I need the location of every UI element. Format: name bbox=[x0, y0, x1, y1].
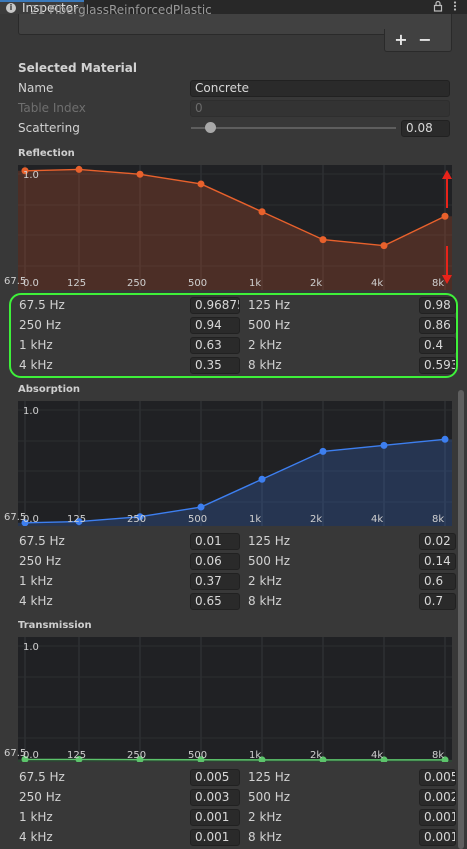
absorption-x-label-7: 8k bbox=[432, 514, 444, 525]
absorption-row-label: 2 kHz bbox=[248, 574, 282, 588]
absorption-point-3[interactable] bbox=[197, 503, 205, 511]
transmission-value-field[interactable]: 0.003 bbox=[190, 789, 240, 806]
table-index-label: Table Index bbox=[18, 101, 86, 115]
absorption-x-label-0: 67.5 bbox=[4, 512, 27, 523]
transmission-row-label: 2 kHz bbox=[248, 810, 282, 824]
remove-item-button[interactable]: − bbox=[415, 31, 435, 49]
absorption-graph[interactable]: 1.0 0.0 125 250 500 1k 2k 4k 8k bbox=[18, 401, 452, 526]
red-arrow-annotation bbox=[442, 170, 452, 284]
absorption-point-5[interactable] bbox=[319, 447, 327, 455]
transmission-graph-svg: 1.00.0 125 250 500 1k 2k 4k 8k bbox=[18, 637, 452, 762]
reflection-point-2[interactable] bbox=[136, 170, 144, 178]
transmission-value-field[interactable]: 0.001 bbox=[190, 809, 240, 826]
absorption-row-label: 125 Hz bbox=[248, 534, 291, 548]
absorption-title: Absorption bbox=[18, 384, 81, 395]
scattering-slider-thumb[interactable] bbox=[205, 122, 216, 133]
selected-material-header: Selected Material bbox=[18, 61, 137, 75]
scattering-label: Scattering bbox=[18, 121, 80, 135]
absorption-value-field[interactable]: 0.6 bbox=[419, 573, 456, 590]
absorption-point-4[interactable] bbox=[258, 475, 266, 483]
absorption-area bbox=[18, 439, 452, 526]
absorption-row-label: 8 kHz bbox=[248, 594, 282, 608]
absorption-y-max-label: 1.0 bbox=[23, 406, 39, 417]
reflection-y-max-label: 1.0 bbox=[23, 170, 39, 181]
reflection-x-label-4: 1k bbox=[249, 278, 261, 289]
info-icon: i bbox=[6, 3, 16, 13]
reflection-x-label-6: 4k bbox=[371, 278, 383, 289]
absorption-x-label-6: 4k bbox=[371, 514, 383, 525]
reflection-point-4[interactable] bbox=[258, 208, 266, 216]
transmission-value-field[interactable]: 0.001 bbox=[419, 809, 456, 826]
transmission-graph[interactable]: 1.0 0.0 125 250 500 1k 2k 4k 8k bbox=[18, 637, 452, 762]
transmission-row-label: 8 kHz bbox=[248, 830, 282, 844]
absorption-x-label-4: 1k bbox=[249, 514, 261, 525]
reflection-area bbox=[18, 169, 452, 290]
transmission-row-label: 250 Hz bbox=[19, 790, 62, 804]
reflection-point-6[interactable] bbox=[380, 242, 388, 250]
transmission-x-label-3: 500 bbox=[188, 750, 207, 761]
absorption-row-label: 250 Hz bbox=[19, 554, 62, 568]
list-item[interactable]: 21 FiberglassReinforcedPlastic bbox=[30, 3, 212, 17]
name-field[interactable]: Concrete bbox=[190, 80, 450, 97]
name-label: Name bbox=[18, 81, 54, 95]
transmission-x-label-7: 8k bbox=[432, 750, 444, 761]
reflection-title: Reflection bbox=[18, 148, 75, 159]
absorption-value-field[interactable]: 0.02 bbox=[419, 533, 456, 550]
reflection-x-label-1: 125 bbox=[67, 278, 86, 289]
absorption-value-field[interactable]: 0.37 bbox=[190, 573, 240, 590]
reflection-x-label-0: 67.5 bbox=[4, 276, 27, 287]
transmission-value-field[interactable]: 0.001 bbox=[190, 829, 240, 846]
absorption-point-6[interactable] bbox=[380, 441, 388, 449]
absorption-value-field[interactable]: 0.7 bbox=[419, 593, 456, 610]
absorption-x-label-2: 250 bbox=[127, 514, 146, 525]
transmission-title: Transmission bbox=[18, 620, 92, 631]
transmission-row-label: 1 kHz bbox=[19, 810, 53, 824]
absorption-value-field[interactable]: 0.01 bbox=[190, 533, 240, 550]
absorption-value-field[interactable]: 0.14 bbox=[419, 553, 456, 570]
absorption-row-label: 67.5 Hz bbox=[19, 534, 65, 548]
transmission-x-label-5: 2k bbox=[310, 750, 322, 761]
transmission-x-label-2: 250 bbox=[127, 750, 146, 761]
reflection-point-5[interactable] bbox=[319, 236, 327, 244]
scrollbar-thumb[interactable] bbox=[458, 390, 464, 849]
reflection-x-label-3: 500 bbox=[188, 278, 207, 289]
transmission-value-field[interactable]: 0.005 bbox=[190, 769, 240, 786]
absorption-graph-svg: 1.00.0 125 250 500 1k 2k 4k 8k bbox=[18, 401, 452, 526]
reflection-x-label-5: 2k bbox=[310, 278, 322, 289]
reflection-x-label-2: 250 bbox=[127, 278, 146, 289]
absorption-row-label: 4 kHz bbox=[19, 594, 53, 608]
scattering-slider-track[interactable] bbox=[191, 127, 396, 129]
transmission-x-label-1: 125 bbox=[67, 750, 86, 761]
reflection-point-3[interactable] bbox=[197, 180, 205, 188]
transmission-row-label: 4 kHz bbox=[19, 830, 53, 844]
transmission-value-field[interactable]: 0.005 bbox=[419, 769, 456, 786]
absorption-point-7[interactable] bbox=[441, 435, 449, 443]
absorption-value-field[interactable]: 0.65 bbox=[190, 593, 240, 610]
transmission-row-label: 500 Hz bbox=[248, 790, 291, 804]
reflection-graph-svg: 1.00.0 125 250 500 1k 2k 4k 8k bbox=[18, 165, 452, 290]
transmission-value-field[interactable]: 0.002 bbox=[419, 789, 456, 806]
add-item-button[interactable]: + bbox=[391, 31, 411, 49]
transmission-row-label: 125 Hz bbox=[248, 770, 291, 784]
absorption-value-field[interactable]: 0.06 bbox=[190, 553, 240, 570]
scattering-field[interactable]: 0.08 bbox=[401, 120, 450, 137]
kebab-menu-icon[interactable] bbox=[450, 0, 460, 12]
absorption-x-label-3: 500 bbox=[188, 514, 207, 525]
table-index-field: 0 bbox=[190, 100, 450, 117]
transmission-x-label-4: 1k bbox=[249, 750, 261, 761]
lock-icon[interactable] bbox=[433, 0, 443, 12]
reflection-point-1[interactable] bbox=[75, 165, 83, 173]
transmission-y-max-label: 1.0 bbox=[23, 642, 39, 653]
absorption-row-label: 1 kHz bbox=[19, 574, 53, 588]
highlight-box bbox=[9, 293, 458, 378]
absorption-row-label: 500 Hz bbox=[248, 554, 291, 568]
list-footer: + − bbox=[384, 29, 452, 52]
transmission-value-field[interactable]: 0.001 bbox=[419, 829, 456, 846]
absorption-x-label-1: 125 bbox=[67, 514, 86, 525]
transmission-row-label: 67.5 Hz bbox=[19, 770, 65, 784]
transmission-x-label-0: 67.5 bbox=[4, 748, 27, 759]
transmission-x-label-6: 4k bbox=[371, 750, 383, 761]
reflection-graph[interactable]: 1.0 0.0 125 250 500 1k 2k 4k 8k bbox=[18, 165, 452, 290]
absorption-x-label-5: 2k bbox=[310, 514, 322, 525]
